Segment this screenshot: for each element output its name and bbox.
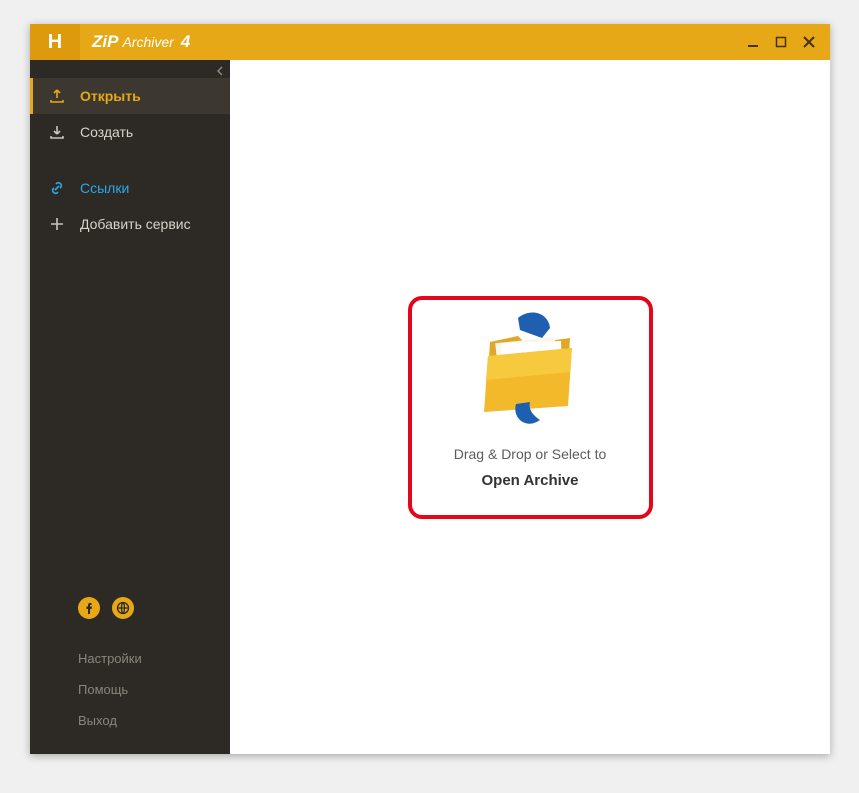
sidebar-footer-links: Настройки Помощь Выход [30,643,230,754]
facebook-icon [83,602,95,614]
maximize-button[interactable] [770,32,792,52]
window-controls [742,24,830,60]
sidebar-separator [30,150,230,170]
sidebar-item-add-service[interactable]: Добавить сервис [30,206,230,242]
create-icon [48,124,66,140]
app-title-zip: ZiP [92,32,118,52]
main-area: Drag & Drop or Select to Open Archive [230,60,830,754]
close-icon [803,36,815,48]
sidebar-item-exit-label: Выход [78,713,117,728]
sidebar: Открыть Создать Ссылки [30,60,230,754]
close-button[interactable] [798,32,820,52]
maximize-icon [775,36,787,48]
sidebar-item-settings[interactable]: Настройки [78,643,182,674]
sidebar-item-exit[interactable]: Выход [78,705,182,736]
sidebar-item-links[interactable]: Ссылки [30,170,230,206]
sidebar-item-help-label: Помощь [78,682,128,697]
dropzone-action: Open Archive [482,472,579,489]
sidebar-nav-primary: Открыть Создать [30,60,230,150]
body: Открыть Создать Ссылки [30,60,830,754]
social-web[interactable] [112,597,134,619]
minimize-icon [747,36,759,48]
sidebar-item-create[interactable]: Создать [30,114,230,150]
app-title-archiver: Archiver [122,34,173,50]
app-title: ZiP Archiver 4 [80,24,190,60]
sidebar-social-row [30,589,230,643]
app-window: H ZiP Archiver 4 [30,24,830,754]
dropzone-hint: Drag & Drop or Select to [454,446,607,462]
titlebar[interactable]: H ZiP Archiver 4 [30,24,830,60]
minimize-button[interactable] [742,32,764,52]
plus-icon [48,216,66,232]
sidebar-collapse-handle[interactable] [216,66,224,79]
chevron-left-icon [216,66,224,76]
sidebar-nav-links: Ссылки Добавить сервис [30,170,230,242]
sidebar-item-add-service-label: Добавить сервис [80,216,191,232]
sidebar-item-settings-label: Настройки [78,651,142,666]
app-logo: H [30,24,80,60]
app-title-version: 4 [181,32,190,52]
sidebar-spacer [30,242,230,589]
globe-icon [116,601,130,615]
open-icon [48,88,66,104]
link-icon [48,180,66,196]
sidebar-item-help[interactable]: Помощь [78,674,182,705]
folder-icon [470,306,590,436]
sidebar-item-open[interactable]: Открыть [30,78,230,114]
social-facebook[interactable] [78,597,100,619]
sidebar-item-links-label: Ссылки [80,180,129,196]
sidebar-item-create-label: Создать [80,124,133,140]
dropzone[interactable]: Drag & Drop or Select to Open Archive [408,296,653,519]
app-logo-letter: H [48,31,62,54]
sidebar-item-open-label: Открыть [80,88,141,104]
